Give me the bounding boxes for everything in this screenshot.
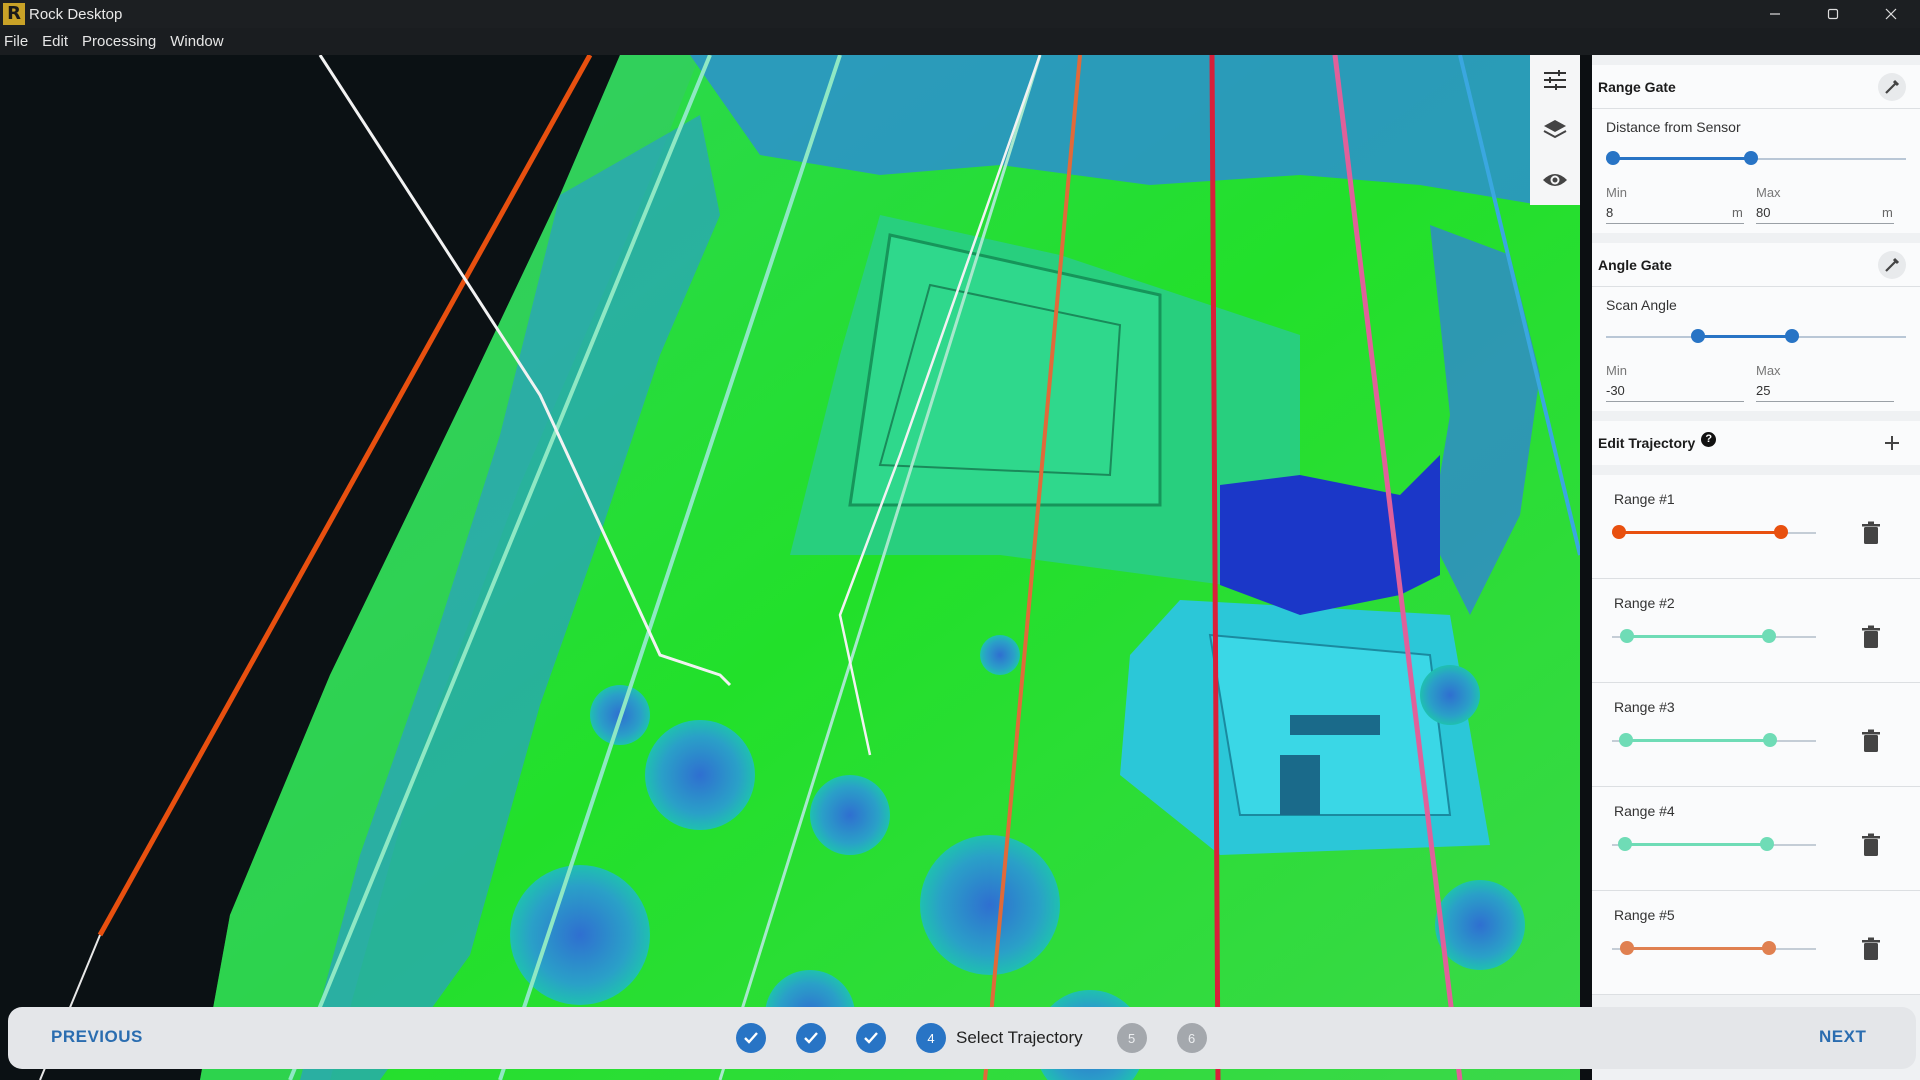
menu-edit[interactable]: Edit (38, 33, 74, 50)
range-slider-fill (1627, 635, 1769, 638)
step-current[interactable]: 4 (916, 1023, 946, 1053)
distance-min-label: Min (1606, 185, 1627, 200)
point-cloud-viewport[interactable] (0, 55, 1580, 1080)
range-start-handle[interactable] (1618, 837, 1632, 851)
range-start-handle[interactable] (1612, 525, 1626, 539)
filter-settings-icon[interactable] (1530, 55, 1580, 105)
distance-min-handle[interactable] (1606, 151, 1620, 165)
range-gate-title: Range Gate (1598, 78, 1676, 95)
minimize-icon[interactable] (1746, 0, 1804, 28)
checkmark-icon (804, 1032, 818, 1044)
distance-max-label: Max (1756, 185, 1781, 200)
eyedropper-icon (1885, 79, 1900, 94)
step-2-complete[interactable] (796, 1023, 826, 1053)
range-start-handle[interactable] (1620, 629, 1634, 643)
distance-max-handle[interactable] (1744, 151, 1758, 165)
edit-trajectory-header: Edit Trajectory ? (1592, 421, 1920, 465)
range-slider-fill (1627, 947, 1769, 950)
range-item-3: Range #3 (1592, 683, 1920, 787)
checkmark-icon (864, 1032, 878, 1044)
range-item-2: Range #2 (1592, 579, 1920, 683)
distance-min-input[interactable]: 8 (1606, 205, 1613, 220)
delete-range-icon[interactable] (1860, 521, 1882, 545)
step-5-pending: 5 (1116, 1023, 1147, 1053)
range-slider-fill (1619, 531, 1781, 534)
angle-gate-edit-button[interactable] (1878, 251, 1906, 279)
eyedropper-icon (1885, 257, 1900, 272)
menu-file[interactable]: File (0, 33, 34, 50)
range-gate-header: Range Gate (1592, 65, 1920, 109)
range-gate-card: Range Gate Distance from Sensor Min Max … (1592, 65, 1920, 233)
viewport-toolstrip (1530, 55, 1580, 205)
scan-angle-slider-fill (1698, 335, 1792, 338)
delete-range-icon[interactable] (1860, 833, 1882, 857)
range-label: Range #1 (1614, 491, 1675, 507)
close-icon[interactable] (1862, 0, 1920, 28)
range-slider-fill (1626, 739, 1770, 742)
menu-window[interactable]: Window (166, 33, 229, 50)
distance-min-unit: m (1732, 205, 1743, 220)
layers-icon[interactable] (1530, 105, 1580, 155)
range-label: Range #4 (1614, 803, 1675, 819)
current-step-label: Select Trajectory (956, 1028, 1083, 1047)
distance-max-unit: m (1882, 205, 1893, 220)
window-controls (1746, 0, 1920, 28)
next-button[interactable]: NEXT (1819, 1027, 1866, 1047)
delete-range-icon[interactable] (1860, 729, 1882, 753)
maximize-icon[interactable] (1804, 0, 1862, 28)
distance-max-input[interactable]: 80 (1756, 205, 1770, 220)
add-range-icon[interactable] (1884, 435, 1900, 451)
range-item-1: Range #1 (1592, 475, 1920, 579)
app-title: Rock Desktop (29, 5, 123, 23)
range-label: Range #5 (1614, 907, 1675, 923)
menu-processing[interactable]: Processing (78, 33, 162, 50)
scan-angle-min-handle[interactable] (1691, 329, 1705, 343)
step-3-complete[interactable] (856, 1023, 886, 1053)
distance-slider-fill (1613, 157, 1751, 160)
range-end-handle[interactable] (1760, 837, 1774, 851)
step-6-pending: 6 (1176, 1023, 1207, 1053)
app-logo: R (3, 3, 25, 25)
angle-gate-title: Angle Gate (1598, 256, 1672, 273)
wizard-steps: 4 Select Trajectory 5 6 (736, 1021, 1237, 1055)
scan-angle-min-label: Min (1606, 363, 1627, 378)
range-start-handle[interactable] (1620, 941, 1634, 955)
scan-angle-min-input[interactable]: -30 (1606, 383, 1625, 398)
range-label: Range #2 (1614, 595, 1675, 611)
range-label: Range #3 (1614, 699, 1675, 715)
range-start-handle[interactable] (1619, 733, 1633, 747)
range-end-handle[interactable] (1762, 629, 1776, 643)
scan-angle-max-input[interactable]: 25 (1756, 383, 1770, 398)
menu-bar: File Edit Processing Window (0, 28, 1920, 55)
delete-range-icon[interactable] (1860, 625, 1882, 649)
delete-range-icon[interactable] (1860, 937, 1882, 961)
edit-trajectory-title: Edit Trajectory (1598, 435, 1696, 451)
angle-gate-card: Angle Gate Scan Angle Min Max -30 25 (1592, 243, 1920, 411)
range-end-handle[interactable] (1763, 733, 1777, 747)
range-end-handle[interactable] (1774, 525, 1788, 539)
settings-panel: Range Gate Distance from Sensor Min Max … (1592, 55, 1920, 1080)
visibility-eye-icon[interactable] (1530, 155, 1580, 205)
help-icon[interactable]: ? (1701, 431, 1717, 447)
title-bar: R Rock Desktop (0, 0, 1920, 28)
scan-angle-max-handle[interactable] (1785, 329, 1799, 343)
checkmark-icon (744, 1032, 758, 1044)
range-item-4: Range #4 (1592, 787, 1920, 891)
angle-gate-header: Angle Gate (1592, 243, 1920, 287)
wizard-bar: PREVIOUS 4 Select Trajectory 5 6 NEXT (8, 1007, 1916, 1069)
range-item-5: Range #5 (1592, 891, 1920, 995)
edit-trajectory-card: Edit Trajectory ? (1592, 421, 1920, 465)
range-end-handle[interactable] (1762, 941, 1776, 955)
previous-button[interactable]: PREVIOUS (51, 1027, 143, 1047)
range-gate-edit-button[interactable] (1878, 73, 1906, 101)
step-1-complete[interactable] (736, 1023, 766, 1053)
scan-angle-max-label: Max (1756, 363, 1781, 378)
point-cloud-render (0, 55, 1580, 1080)
scan-angle-slider-label: Scan Angle (1606, 297, 1677, 313)
range-slider-fill (1625, 843, 1767, 846)
distance-slider-label: Distance from Sensor (1606, 119, 1741, 135)
